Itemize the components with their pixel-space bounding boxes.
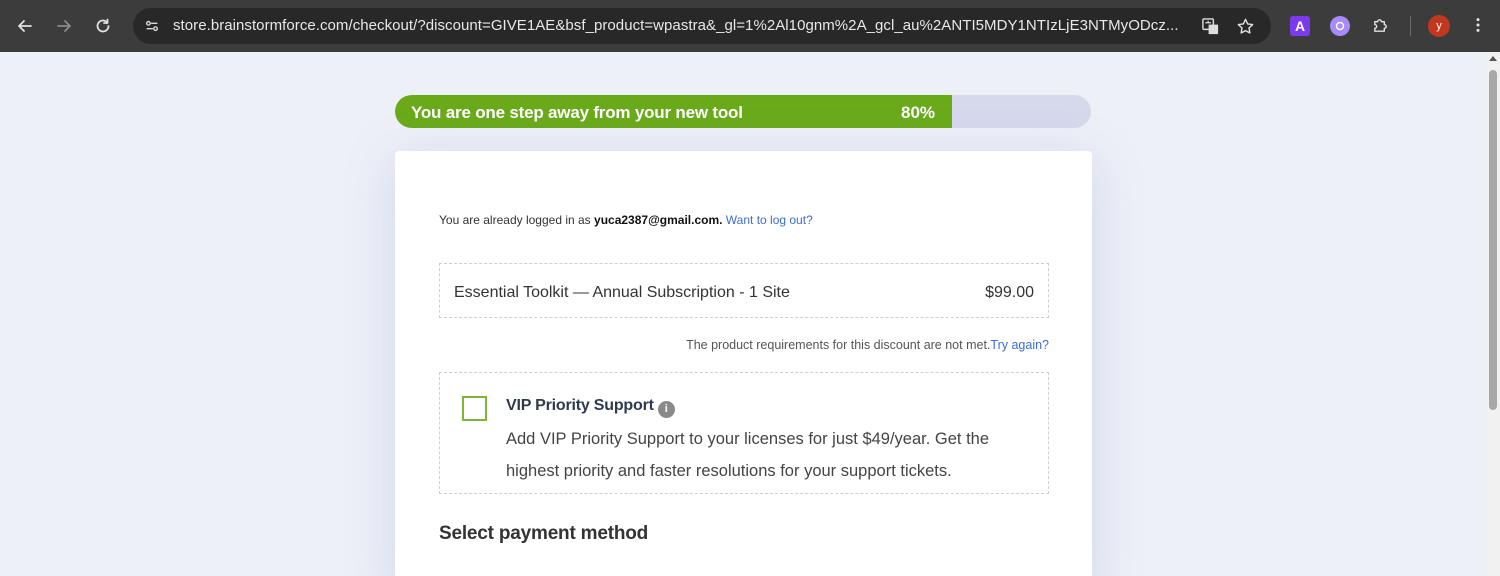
- translate-icon[interactable]: [1199, 15, 1221, 37]
- discount-error-text: The product requirements for this discou…: [686, 338, 991, 352]
- menu-kebab-icon[interactable]: [1467, 14, 1489, 36]
- vip-support-checkbox[interactable]: [462, 396, 487, 421]
- progress-percent: 80%: [901, 103, 936, 122]
- scroll-up-arrow-icon[interactable]: [1489, 56, 1497, 61]
- vip-title-text: VIP Priority Support: [506, 397, 654, 414]
- reload-button[interactable]: [89, 12, 117, 40]
- checkout-card: You are already logged in as yuca2387@gm…: [395, 151, 1092, 576]
- toolbar-divider: [1410, 16, 1411, 36]
- forward-button[interactable]: [50, 12, 78, 40]
- order-item: Essential Toolkit — Annual Subscription …: [439, 263, 1049, 318]
- extensions-puzzle-icon[interactable]: [1369, 14, 1391, 36]
- try-again-link[interactable]: Try again?: [990, 338, 1049, 352]
- forward-arrow-icon: [57, 20, 71, 32]
- logout-link[interactable]: Want to log out?: [726, 213, 813, 227]
- extension-a-icon[interactable]: A: [1290, 16, 1310, 36]
- page-scrollbar[interactable]: [1486, 52, 1500, 576]
- vip-support-description: Add VIP Priority Support to your license…: [506, 430, 990, 480]
- browser-toolbar: store.brainstormforce.com/checkout/?disc…: [0, 0, 1500, 52]
- info-icon[interactable]: i: [657, 401, 675, 418]
- site-info-icon[interactable]: [141, 15, 163, 37]
- payment-method-heading: Select payment method: [439, 523, 649, 544]
- discount-message: The product requirements for this discou…: [686, 338, 1049, 352]
- bookmark-star-icon[interactable]: [1234, 15, 1256, 37]
- url-text[interactable]: store.brainstormforce.com/checkout/?disc…: [173, 17, 1183, 34]
- login-prefix: You are already logged in as: [439, 213, 591, 227]
- back-button[interactable]: [11, 12, 39, 40]
- product-price: $99.00: [985, 284, 1034, 301]
- vip-support-title: VIP Priority Support i: [506, 397, 675, 418]
- checkout-progress-bar: You are one step away from your new tool…: [395, 95, 1091, 128]
- vip-support-upsell: VIP Priority Support i Add VIP Priority S…: [439, 372, 1049, 494]
- scroll-thumb[interactable]: [1489, 70, 1497, 410]
- progress-label: You are one step away from your new tool: [411, 103, 743, 122]
- back-arrow-icon: [18, 20, 32, 32]
- user-email: yuca2387@gmail.com.: [594, 213, 723, 227]
- login-status: You are already logged in as yuca2387@gm…: [439, 213, 813, 227]
- product-name: Essential Toolkit — Annual Subscription …: [454, 284, 790, 301]
- address-bar[interactable]: store.brainstormforce.com/checkout/?disc…: [133, 8, 1271, 44]
- profile-avatar[interactable]: y: [1428, 15, 1450, 37]
- extension-swirl-icon[interactable]: [1330, 16, 1350, 36]
- reload-icon: [96, 18, 110, 33]
